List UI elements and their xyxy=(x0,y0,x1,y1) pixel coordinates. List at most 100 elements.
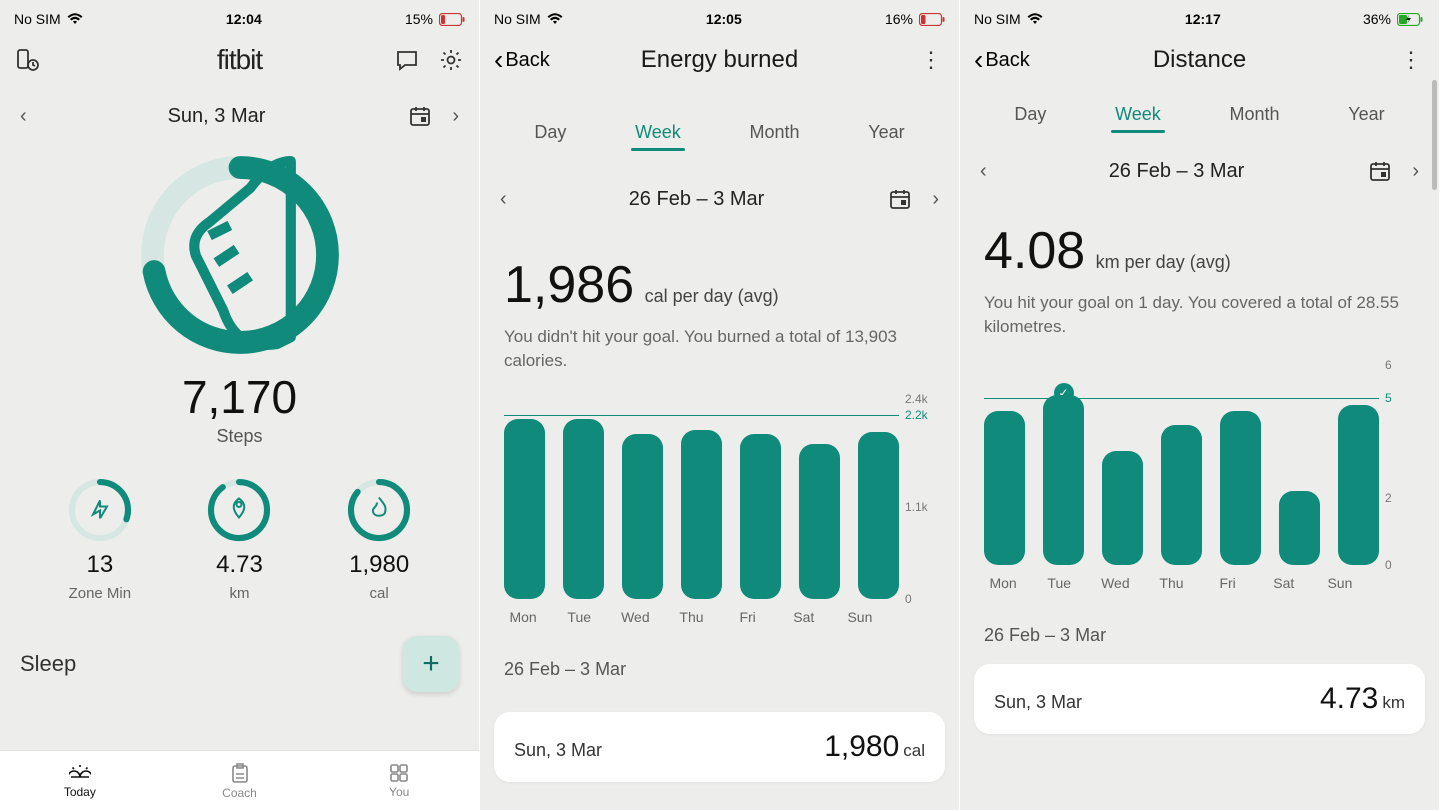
chart-bar[interactable] xyxy=(622,434,663,599)
date-range[interactable]: 26 Feb – 3 Mar xyxy=(507,188,887,211)
more-icon[interactable]: ⋮ xyxy=(917,46,945,74)
zone-min-value: 13 xyxy=(86,551,113,579)
mini-metrics: 13 Zone Min 4.73 km 1,980 cal xyxy=(0,447,479,612)
avg-number: 4.08 xyxy=(984,222,1085,280)
date-navigator: ‹ Sun, 3 Mar › xyxy=(0,88,479,144)
card-unit: km xyxy=(1382,693,1405,712)
app-title: fitbit xyxy=(217,44,262,76)
list-header: 26 Feb – 3 Mar xyxy=(480,631,959,690)
x-tick-label: Thu xyxy=(1152,575,1190,591)
summary-text: You didn't hit your goal. You burned a t… xyxy=(480,319,959,373)
energy-chart[interactable]: 2.4k2.2k1.1k0MonTueWedThuFriSatSun xyxy=(480,373,959,631)
card-date: Sun, 3 Mar xyxy=(514,740,602,761)
list-header: 26 Feb – 3 Mar xyxy=(960,597,1439,656)
x-tick-label: Fri xyxy=(729,609,767,625)
tab-day[interactable]: Day xyxy=(530,116,570,153)
zone-min-tile[interactable]: 13 Zone Min xyxy=(65,475,135,602)
chart-bar[interactable] xyxy=(799,444,840,599)
tab-week[interactable]: Week xyxy=(1111,98,1165,135)
km-label: km xyxy=(229,585,249,602)
y-tick-label: 2.2k xyxy=(905,408,928,422)
wifi-icon xyxy=(67,13,83,25)
calories-tile[interactable]: 1,980 cal xyxy=(344,475,414,602)
page-title: Distance xyxy=(1153,46,1246,74)
steps-ring[interactable]: 7,170 Steps xyxy=(0,144,479,447)
phone-distance: No SIM 12:17 36% ‹ Back Distance ⋮ Day W… xyxy=(960,0,1440,810)
day-card[interactable]: Sun, 3 Mar 1,980cal xyxy=(494,712,945,782)
clock: 12:04 xyxy=(226,11,262,27)
device-icon[interactable] xyxy=(14,46,42,74)
y-tick-label: 2 xyxy=(1385,491,1392,505)
more-icon[interactable]: ⋮ xyxy=(1397,46,1425,74)
chart-bar[interactable] xyxy=(1220,411,1261,564)
chevron-left-icon[interactable]: ‹ xyxy=(500,188,507,211)
card-unit: cal xyxy=(903,741,925,760)
y-tick-label: 2.4k xyxy=(905,392,928,406)
y-tick-label: 6 xyxy=(1385,358,1392,372)
avg-value: 1,986 cal per day (avg) xyxy=(480,247,959,319)
scrollbar[interactable] xyxy=(1432,80,1437,190)
chevron-right-icon[interactable]: › xyxy=(932,188,939,211)
tab-today[interactable]: Today xyxy=(0,751,160,810)
chart-bar[interactable] xyxy=(1102,451,1143,564)
phone-energy: No SIM 12:05 16% ‹ Back Energy burned ⋮ … xyxy=(480,0,960,810)
chart-bar[interactable] xyxy=(858,432,899,599)
tab-coach[interactable]: Coach xyxy=(160,751,320,810)
y-tick-label: 1.1k xyxy=(905,500,928,514)
chart-bar[interactable] xyxy=(504,419,545,598)
chart-bar[interactable] xyxy=(1279,491,1320,564)
chevron-left-icon[interactable]: ‹ xyxy=(980,160,987,183)
x-tick-label: Wed xyxy=(1096,575,1134,591)
chart-bar[interactable] xyxy=(681,430,722,598)
sleep-label: Sleep xyxy=(20,651,76,677)
x-tick-label: Mon xyxy=(504,609,542,625)
status-bar: No SIM 12:17 36% xyxy=(960,0,1439,32)
distance-tile[interactable]: 4.73 km xyxy=(204,475,274,602)
cal-label: cal xyxy=(370,585,389,602)
battery-charging-icon xyxy=(1397,13,1425,26)
date-range-navigator: ‹ 26 Feb – 3 Mar › xyxy=(960,143,1439,199)
chart-bar[interactable] xyxy=(1338,405,1379,565)
tab-month[interactable]: Month xyxy=(1226,98,1284,135)
gear-icon[interactable] xyxy=(437,46,465,74)
sleep-section: Sleep + xyxy=(0,612,479,692)
tab-day[interactable]: Day xyxy=(1010,98,1050,135)
shoe-icon xyxy=(135,148,345,363)
battery-icon xyxy=(439,13,465,26)
status-bar: No SIM 12:05 16% xyxy=(480,0,959,32)
pin-icon xyxy=(229,496,249,525)
calendar-icon[interactable] xyxy=(886,185,914,213)
tab-week[interactable]: Week xyxy=(631,116,685,153)
chevron-right-icon[interactable]: › xyxy=(1412,160,1419,183)
calendar-icon[interactable] xyxy=(406,102,434,130)
chevron-left-icon[interactable]: ‹ xyxy=(20,105,27,128)
chat-icon[interactable] xyxy=(393,46,421,74)
back-button[interactable]: ‹ Back xyxy=(494,44,574,76)
range-tabs: Day Week Month Year xyxy=(480,106,959,153)
app-navbar: fitbit xyxy=(0,32,479,88)
tab-month[interactable]: Month xyxy=(746,116,804,153)
x-tick-label: Wed xyxy=(616,609,654,625)
chart-bar[interactable] xyxy=(984,411,1025,564)
chart-bar[interactable] xyxy=(1161,425,1202,565)
calendar-icon[interactable] xyxy=(1366,157,1394,185)
phone-today: No SIM 12:04 15% fitbit xyxy=(0,0,480,810)
day-card[interactable]: Sun, 3 Mar 4.73km xyxy=(974,664,1425,734)
chart-bar[interactable] xyxy=(1043,395,1084,565)
x-tick-label: Sun xyxy=(1321,575,1359,591)
distance-chart[interactable]: ✓6520MonTueWedThuFriSatSun xyxy=(960,339,1439,597)
clock: 12:17 xyxy=(1185,11,1221,27)
tab-you[interactable]: You xyxy=(319,751,479,810)
add-button[interactable]: + xyxy=(403,636,459,692)
y-tick-label: 0 xyxy=(1385,558,1392,572)
chart-bar[interactable] xyxy=(563,419,604,598)
back-button[interactable]: ‹ Back xyxy=(974,44,1054,76)
chevron-right-icon[interactable]: › xyxy=(452,105,459,128)
tab-year[interactable]: Year xyxy=(1344,98,1388,135)
zone-icon xyxy=(89,497,111,524)
tab-year[interactable]: Year xyxy=(864,116,908,153)
zone-min-label: Zone Min xyxy=(69,585,132,602)
current-date[interactable]: Sun, 3 Mar xyxy=(27,105,407,128)
date-range[interactable]: 26 Feb – 3 Mar xyxy=(987,160,1367,183)
chart-bar[interactable] xyxy=(740,434,781,599)
